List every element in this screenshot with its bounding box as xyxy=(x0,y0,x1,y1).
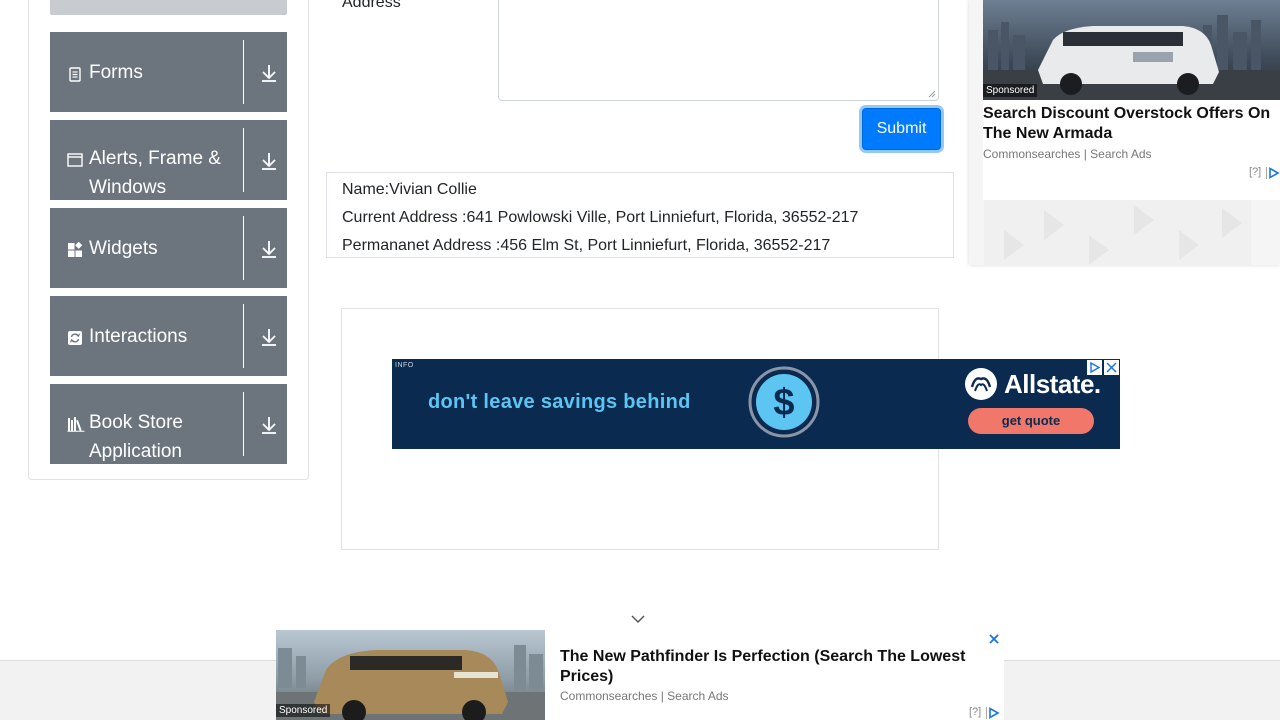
dollar-coin-icon: $ xyxy=(748,366,820,438)
widgets-icon xyxy=(68,242,83,257)
allstate-banner-ad[interactable]: INFO don't leave savings behind $ Allsta… xyxy=(392,359,1120,449)
ad-source: Commonsearches | Search Ads xyxy=(560,689,729,703)
group-divider xyxy=(243,128,244,192)
sidebar-group-label: Widgets xyxy=(89,238,158,259)
ad-info-tag: INFO xyxy=(395,362,414,369)
output-permanent-address: Permananet Address :456 Elm St, Port Lin… xyxy=(342,237,831,254)
group-divider xyxy=(243,216,244,280)
group-divider xyxy=(243,40,244,104)
allstate-logo: Allstate. xyxy=(962,367,1102,401)
download-arrow-icon[interactable] xyxy=(259,414,279,436)
output-name: Name:Vivian Collie xyxy=(342,181,477,198)
interactions-icon xyxy=(68,331,82,345)
svg-text:$: $ xyxy=(773,382,794,424)
window-icon xyxy=(67,153,83,167)
sidebar-group-partial[interactable] xyxy=(50,0,287,15)
sponsored-label: Sponsored xyxy=(276,704,331,717)
group-divider xyxy=(243,392,244,456)
sidebar-group-widgets[interactable]: Widgets xyxy=(50,208,287,288)
sidebar-group-label: Book Store Application xyxy=(89,412,183,462)
sidebar-group-forms[interactable]: Forms xyxy=(50,32,287,112)
download-arrow-icon[interactable] xyxy=(259,238,279,260)
sidebar-group-alerts[interactable]: Alerts, Frame & Windows xyxy=(50,120,287,200)
ad-help-link[interactable]: [?] xyxy=(1249,166,1261,178)
allstate-hands-icon xyxy=(965,368,997,400)
download-arrow-icon[interactable] xyxy=(259,62,279,84)
submit-button[interactable]: Submit xyxy=(862,108,941,150)
group-divider xyxy=(243,304,244,368)
download-arrow-icon[interactable] xyxy=(259,326,279,348)
ad-card[interactable]: Sponsored Search Discount Overstock Offe… xyxy=(983,0,1280,200)
adchoices-icon[interactable] xyxy=(1266,167,1280,179)
sidebar-group-label: Forms xyxy=(89,62,143,83)
sidebar-group-interactions[interactable]: Interactions xyxy=(50,296,287,376)
output-current-address: Current Address :641 Powlowski Ville, Po… xyxy=(342,209,859,226)
ad-headline: don't leave savings behind xyxy=(428,391,691,413)
ad-help-link[interactable]: [?] xyxy=(969,706,981,718)
output-panel: Name:Vivian Collie Current Address :641 … xyxy=(326,172,954,258)
books-icon xyxy=(67,417,85,432)
resize-grip-icon[interactable] xyxy=(928,90,936,98)
sponsored-ad-right[interactable]: Sponsored Search Discount Overstock Offe… xyxy=(969,0,1280,265)
ad-title[interactable]: Search Discount Overstock Offers On The … xyxy=(983,104,1280,144)
get-quote-button[interactable]: get quote xyxy=(968,408,1094,434)
close-icon[interactable] xyxy=(987,632,1001,646)
ad-close-icon[interactable] xyxy=(1104,360,1119,375)
adchoices-icon[interactable] xyxy=(1087,360,1102,375)
sidebar-group-label: Interactions xyxy=(89,326,188,347)
permanent-address-label: Address xyxy=(342,0,401,11)
ad-source: Commonsearches | Search Ads xyxy=(983,147,1152,161)
ad-title[interactable]: The New Pathfinder Is Perfection (Search… xyxy=(560,647,980,687)
form-icon xyxy=(69,67,81,82)
sidebar-group-label: Alerts, Frame & Windows xyxy=(89,148,221,198)
adchoices-icon[interactable] xyxy=(986,707,1000,719)
sidebar-group-book-store[interactable]: Book Store Application xyxy=(50,384,287,464)
sponsored-ad-bottom[interactable]: Sponsored The New Pathfinder Is Perfecti… xyxy=(276,630,1004,720)
download-arrow-icon[interactable] xyxy=(259,150,279,172)
ad-background-pattern xyxy=(984,200,1251,265)
sponsored-label: Sponsored xyxy=(983,84,1038,97)
permanent-address-textarea[interactable] xyxy=(498,0,939,101)
chevron-down-icon[interactable] xyxy=(630,612,646,626)
